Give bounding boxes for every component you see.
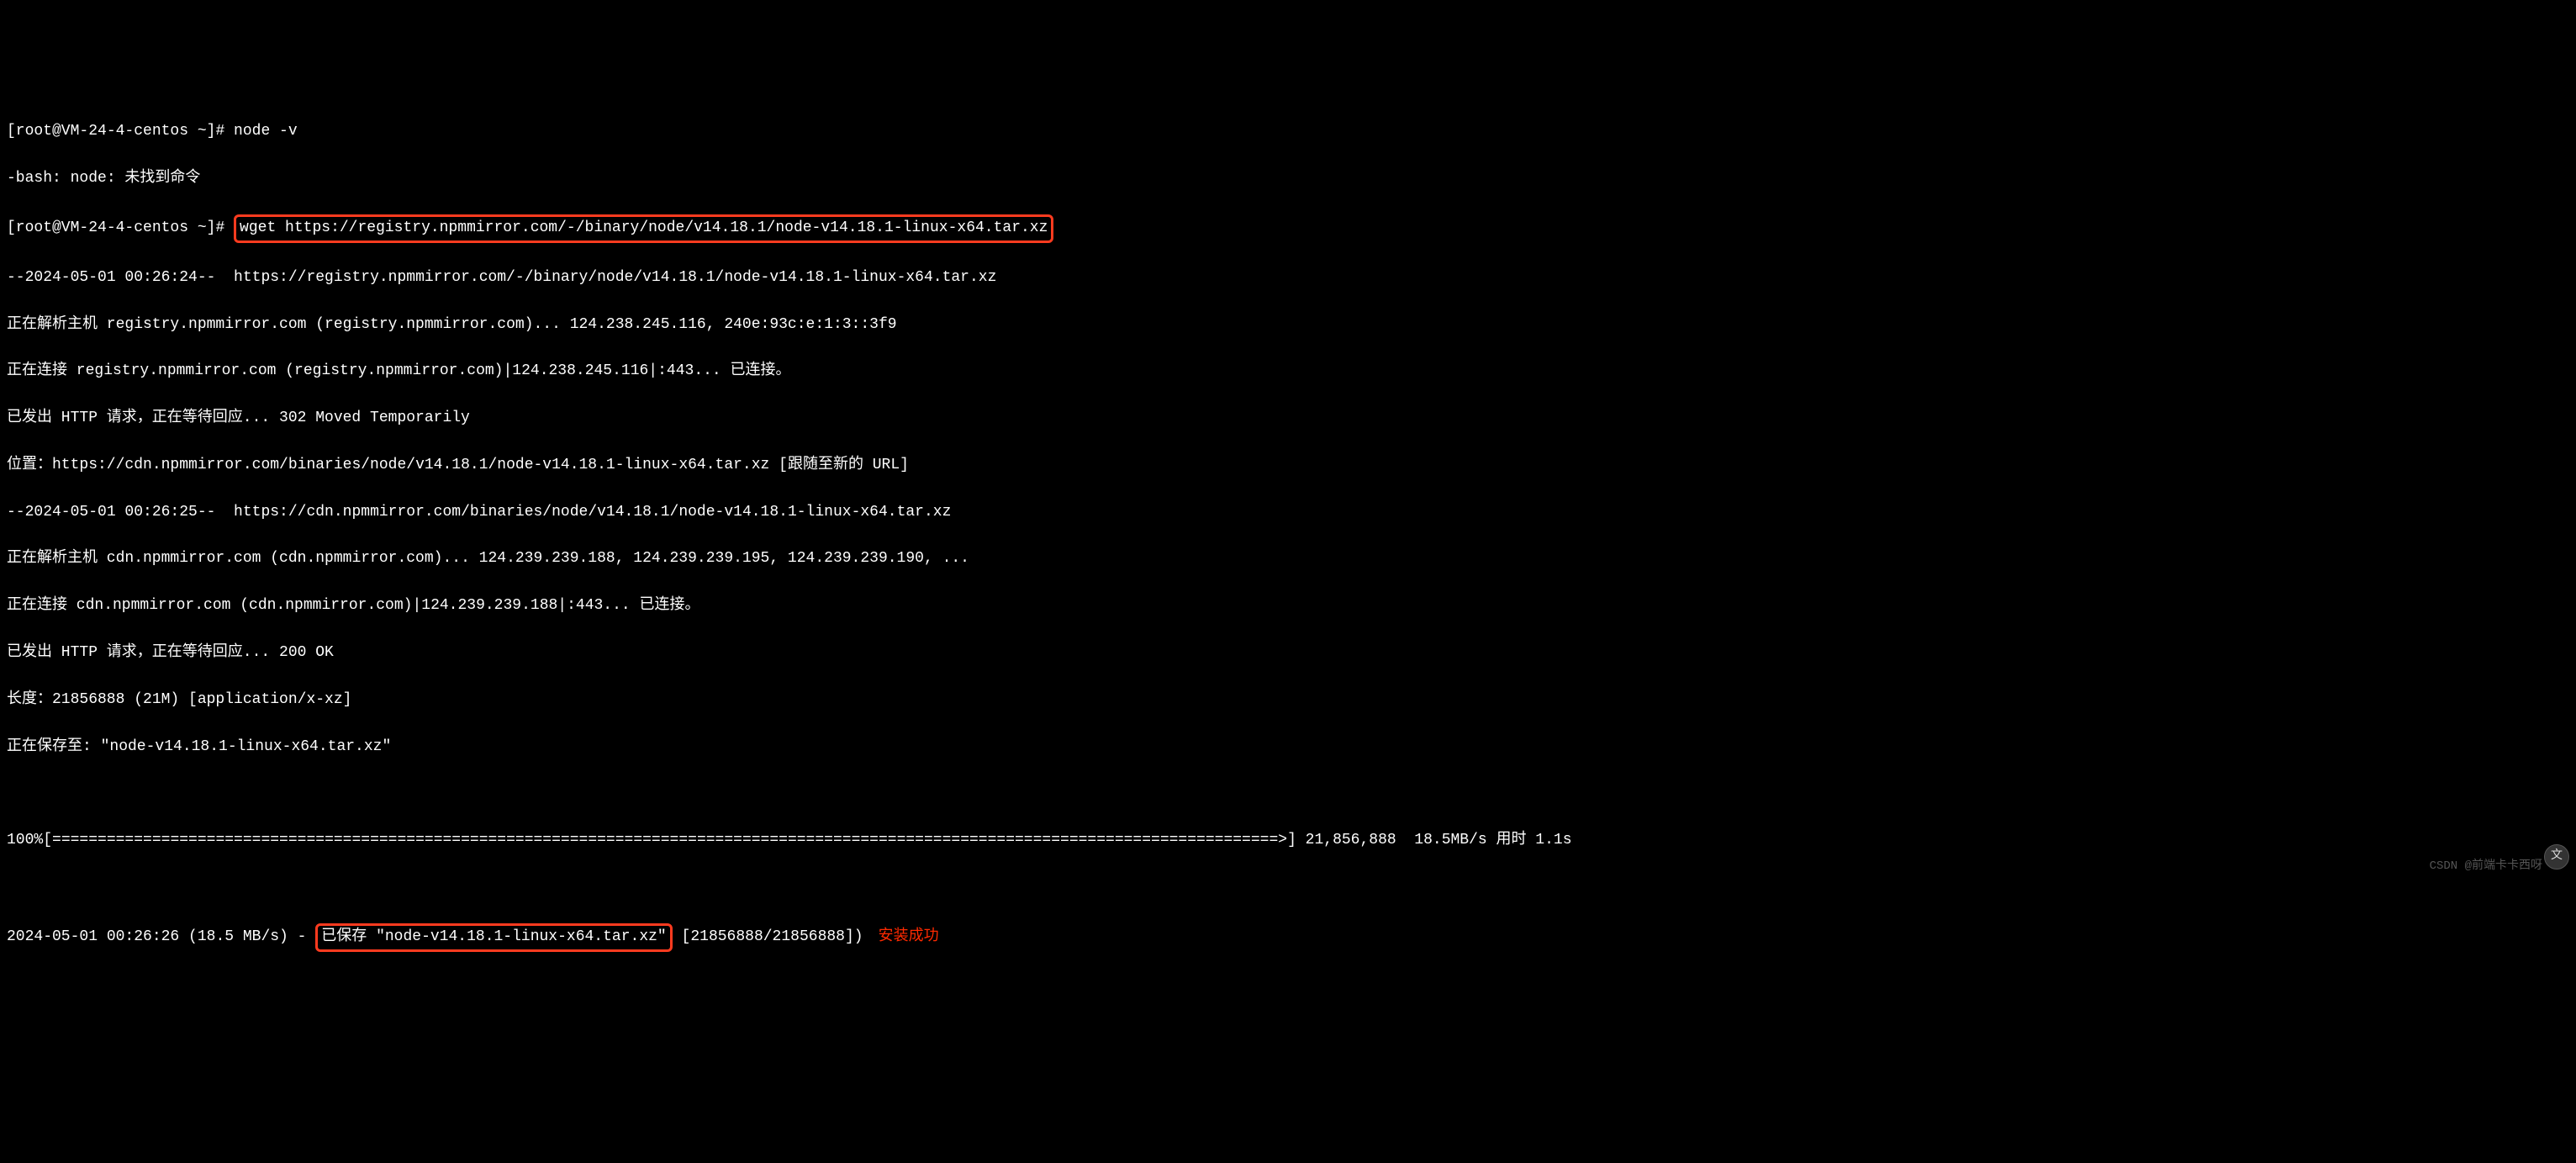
progress-bar-fill: ========================================… — [52, 832, 1287, 848]
wget-output: --2024-05-01 00:26:25-- https://cdn.npmm… — [7, 501, 2569, 525]
final-status-suffix: [21856888/21856888]) — [673, 928, 863, 945]
shell-prompt: [root@VM-24-4-centos ~]# — [7, 123, 234, 140]
command-node-version: node -v — [234, 123, 298, 140]
terminal-output[interactable]: [root@VM-24-4-centos ~]# node -v -bash: … — [7, 98, 2569, 975]
wget-output: 位置：https://cdn.npmmirror.com/binaries/no… — [7, 454, 2569, 478]
floating-icon[interactable]: 文 — [2544, 844, 2569, 870]
success-annotation: 安装成功 — [879, 928, 939, 945]
wget-output: 正在解析主机 cdn.npmmirror.com (cdn.npmmirror.… — [7, 547, 2569, 571]
wget-output: 已发出 HTTP 请求，正在等待回应... 302 Moved Temporar… — [7, 407, 2569, 431]
error-output: -bash: node: 未找到命令 — [7, 167, 2569, 191]
wget-output: 正在连接 cdn.npmmirror.com (cdn.npmmirror.co… — [7, 595, 2569, 618]
highlighted-saved-file: 已保存 "node-v14.18.1-linux-x64.tar.xz" — [315, 923, 672, 952]
wget-output: 正在解析主机 registry.npmmirror.com (registry.… — [7, 314, 2569, 337]
wget-output: 正在连接 registry.npmmirror.com (registry.np… — [7, 360, 2569, 383]
wget-output: --2024-05-01 00:26:24-- https://registry… — [7, 267, 2569, 290]
wget-output: 长度：21856888 (21M) [application/x-xz] — [7, 689, 2569, 712]
progress-stats: ] 21,856,888 18.5MB/s 用时 1.1s — [1287, 832, 1571, 848]
shell-prompt: [root@VM-24-4-centos ~]# — [7, 219, 234, 236]
progress-percent: 100%[ — [7, 832, 52, 848]
wget-output: 已发出 HTTP 请求，正在等待回应... 200 OK — [7, 642, 2569, 665]
wget-output: 正在保存至: "node-v14.18.1-linux-x64.tar.xz" — [7, 736, 2569, 759]
csdn-watermark: CSDN @前端卡卡西呀 — [2430, 858, 2542, 876]
final-status-prefix: 2024-05-01 00:26:26 (18.5 MB/s) - — [7, 928, 315, 945]
highlighted-wget-command: wget https://registry.npmmirror.com/-/bi… — [234, 214, 1053, 243]
